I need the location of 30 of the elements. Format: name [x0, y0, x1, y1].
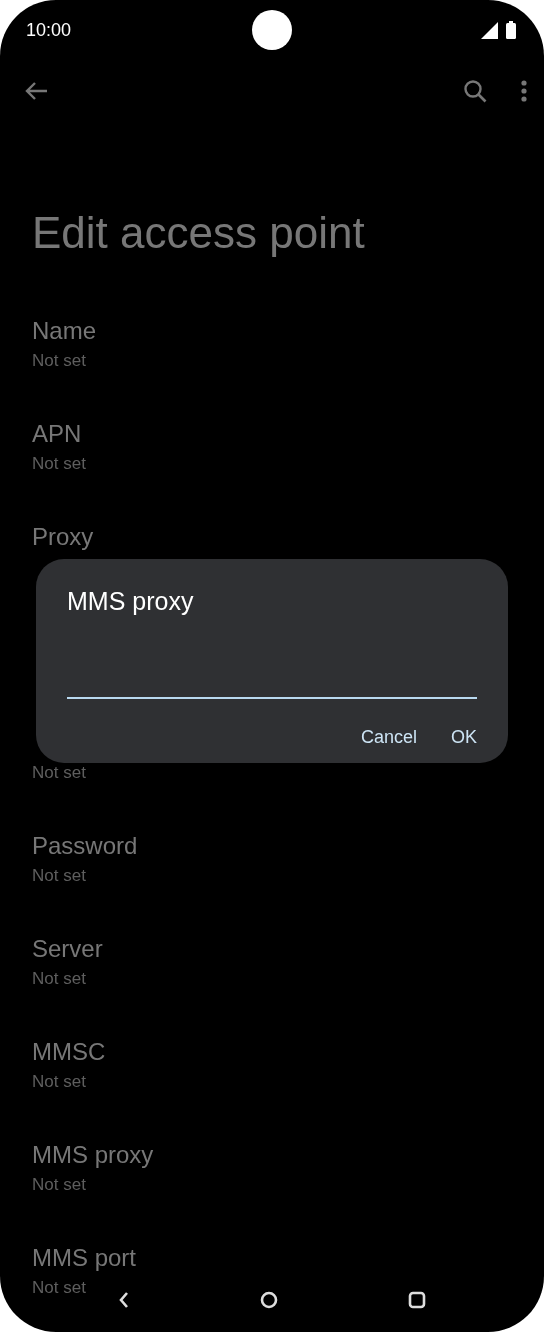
setting-title: Proxy: [32, 522, 94, 552]
signal-icon: [481, 21, 498, 39]
setting-title: Server: [32, 934, 103, 964]
setting-title: MMS proxy: [32, 1140, 154, 1170]
clock-time: 10:00: [26, 19, 72, 41]
setting-title: Name: [32, 316, 97, 346]
setting-title: Password: [32, 831, 138, 861]
setting-value: Not set: [32, 1071, 86, 1093]
more-options-icon[interactable]: [521, 80, 527, 102]
back-arrow-icon[interactable]: [24, 81, 48, 101]
setting-value: Not set: [32, 762, 86, 784]
camera-cutout: [252, 10, 292, 50]
setting-value: Not set: [32, 968, 86, 990]
setting-value: Not set: [32, 865, 86, 887]
ok-button[interactable]: OK: [437, 717, 491, 758]
setting-value: Not set: [32, 1174, 86, 1196]
home-icon[interactable]: [260, 1291, 278, 1309]
battery-icon: [506, 21, 516, 39]
setting-title: MMS port: [32, 1243, 136, 1273]
recents-icon[interactable]: [408, 1291, 426, 1309]
setting-value: Not set: [32, 453, 86, 475]
dialog-title: MMS proxy: [67, 586, 194, 617]
back-icon[interactable]: [118, 1291, 130, 1309]
setting-title: APN: [32, 419, 82, 449]
setting-value: Not set: [32, 1277, 86, 1299]
cancel-button[interactable]: Cancel: [346, 717, 431, 758]
page-title: Edit access point: [32, 208, 366, 258]
search-icon[interactable]: [463, 79, 487, 103]
setting-title: MMSC: [32, 1037, 106, 1067]
setting-value: Not set: [32, 350, 86, 372]
